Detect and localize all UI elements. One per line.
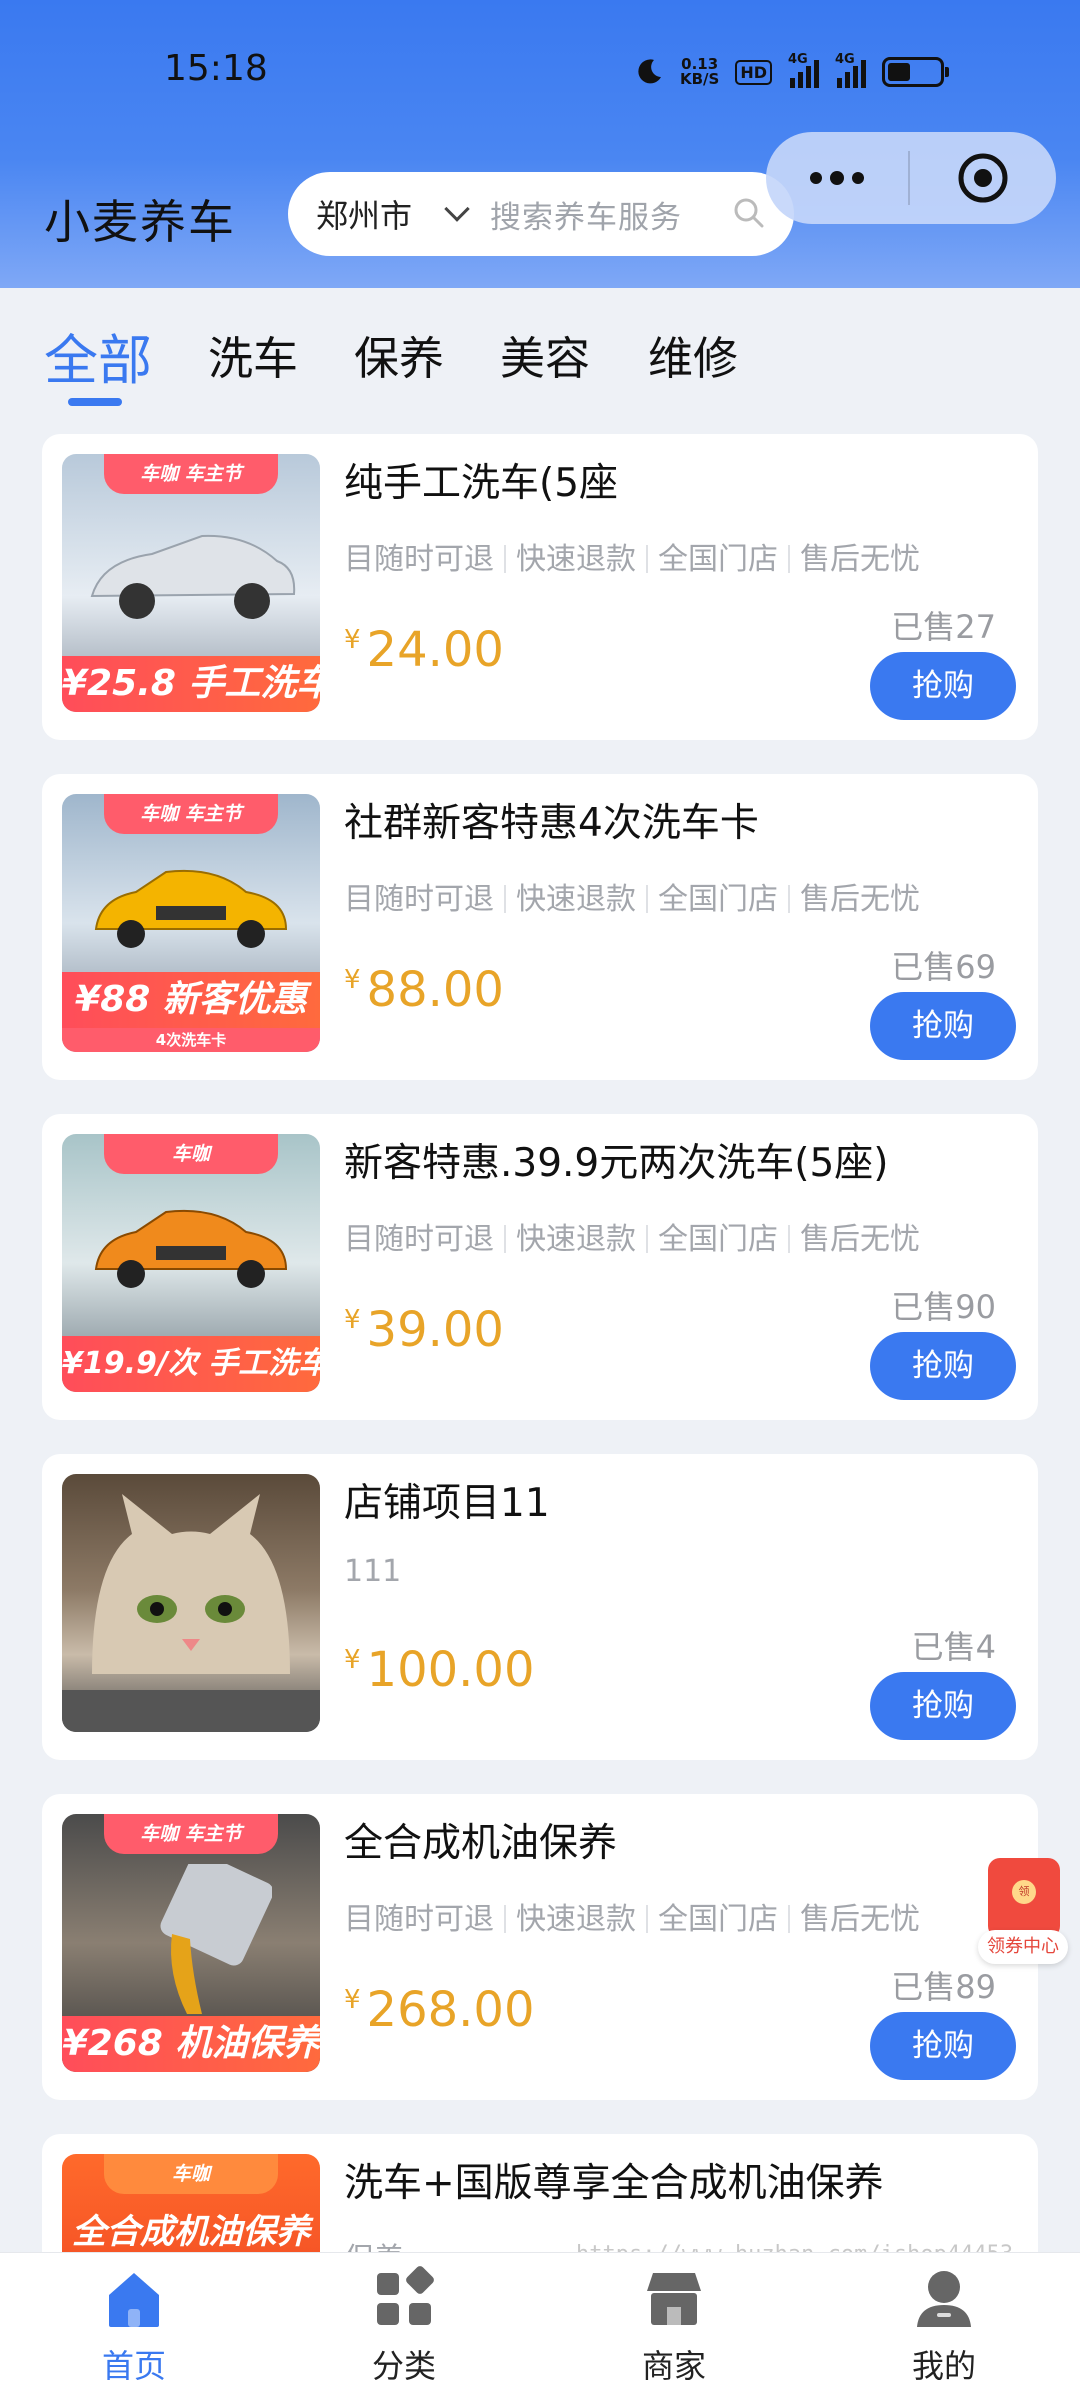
sold-count: 已售4 — [911, 1628, 996, 1666]
nav-store[interactable]: 商家 — [584, 2263, 764, 2387]
image-brand-tag: 车咖 — [104, 2154, 278, 2194]
product-tags: 保养 — [344, 2234, 404, 2254]
product-title: 纯手工洗车(5座 — [344, 461, 619, 506]
nav-profile[interactable]: 我的 — [854, 2263, 1034, 2387]
product-title: 社群新客特惠4次洗车卡 — [344, 801, 759, 846]
search-bar[interactable]: 郑州市 搜索养车服务 — [288, 172, 794, 256]
product-image: 车咖 车主节 ¥268 机油保养 — [62, 1814, 320, 2072]
moon-icon — [638, 59, 661, 84]
status-bar: 15:18 0.13 KB/S HD 4G 4G — [0, 0, 1080, 140]
coupon-seal: 领 — [1012, 1880, 1036, 1904]
buy-button[interactable]: 抢购 — [870, 1332, 1016, 1400]
category-tabs: 全部 洗车 保养 美容 维修 — [0, 300, 1080, 412]
tab-repair[interactable]: 维修 — [648, 322, 738, 387]
close-target-icon[interactable] — [910, 150, 1056, 206]
header-bar: 15:18 0.13 KB/S HD 4G 4G 小麦养车 郑州市 搜索养车服务 — [0, 0, 1080, 288]
city-selector[interactable]: 郑州市 — [316, 191, 412, 237]
product-card[interactable]: 车咖 全合成机油保养 洗车+国版尊享全合成机油保养 保养 — [42, 2134, 1038, 2254]
product-card[interactable]: 车咖 ¥19.9/次 手工洗车 新客特惠.39.9元两次洗车(5座) 目随时可退… — [42, 1114, 1038, 1420]
search-input[interactable]: 搜索养车服务 — [490, 192, 682, 237]
image-banner: ¥268 机油保养 — [62, 2016, 320, 2072]
product-price: ¥39.00 — [344, 1302, 504, 1358]
profile-icon — [917, 2271, 971, 2327]
product-tags: 目随时可退 快速退款 全国门店 售后无忧 — [344, 542, 920, 577]
product-card[interactable]: 车咖 车主节 ¥268 机油保养 全合成机油保养 目随时可退 快速退款 全国门店 售后… — [42, 1794, 1038, 2100]
home-icon — [109, 2273, 159, 2327]
image-banner: ¥88 新客优惠 — [62, 972, 320, 1028]
tab-active-indicator — [68, 398, 122, 406]
nav-label: 商家 — [641, 2347, 706, 2385]
signal-icon: 4G — [788, 52, 820, 88]
product-image: 车咖 ¥19.9/次 手工洗车 — [62, 1134, 320, 1392]
tab-maintenance[interactable]: 保养 — [354, 322, 444, 387]
hd-badge: HD — [735, 59, 773, 85]
nav-label: 分类 — [371, 2347, 436, 2385]
nav-home[interactable]: 首页 — [44, 2263, 224, 2387]
coupon-center-button[interactable]: 领 领券中心 — [978, 1858, 1068, 1964]
image-subbanner: 4次洗车卡 — [62, 1028, 320, 1052]
product-card[interactable]: 车咖 车主节 ¥88 新客优惠 4次洗车卡 社群新客特惠4次洗车卡 目随时可退快… — [42, 774, 1038, 1080]
buy-button[interactable]: 抢购 — [870, 992, 1016, 1060]
product-tags: 目随时可退 快速退款 全国门店 售后无忧 — [344, 1222, 920, 1257]
image-brand-tag: 车咖 车主节 — [104, 794, 278, 834]
product-image: 车咖 全合成机油保养 — [62, 2154, 320, 2254]
image-banner: 全合成机油保养 — [72, 2212, 310, 2252]
tab-all[interactable]: 全部 — [44, 316, 152, 395]
image-brand-tag: 车咖 车主节 — [104, 1814, 278, 1854]
chevron-down-icon[interactable] — [444, 196, 470, 222]
product-tags: 目随时可退 快速退款 全国门店 售后无忧 — [344, 1902, 920, 1937]
product-card[interactable]: 店铺项目11 111 ¥100.00 已售4 抢购 — [42, 1454, 1038, 1760]
image-brand-tag: 车咖 车主节 — [104, 454, 278, 494]
product-tags: 111 — [344, 1554, 402, 1589]
battery-icon — [882, 57, 950, 87]
category-icon — [377, 2266, 434, 2325]
sold-count: 已售69 — [891, 948, 996, 986]
product-image — [62, 1474, 320, 1732]
net-speed: 0.13 KB/S — [680, 55, 720, 88]
tab-beauty[interactable]: 美容 — [500, 322, 590, 387]
sold-count: 已售89 — [891, 1968, 996, 2006]
bottom-nav: 首页 分类 商家 我的 — [0, 2252, 1080, 2400]
app-title: 小麦养车 — [44, 195, 236, 249]
image-banner: ¥25.8 手工洗车 — [62, 656, 320, 712]
product-price: ¥100.00 — [344, 1642, 535, 1698]
search-icon[interactable] — [732, 196, 766, 230]
tab-carwash[interactable]: 洗车 — [208, 322, 298, 387]
nav-category[interactable]: 分类 — [314, 2263, 494, 2387]
product-title: 全合成机油保养 — [344, 1821, 618, 1866]
product-image: 车咖 车主节 ¥88 新客优惠 4次洗车卡 — [62, 794, 320, 1052]
product-card[interactable]: 车咖 车主节 ¥25.8 手工洗车 纯手工洗车(5座 目随时可退 快速退款 全国门店… — [42, 434, 1038, 740]
product-tags: 目随时可退 快速退款 全国门店 售后无忧 — [344, 882, 920, 917]
miniprogram-capsule — [766, 132, 1056, 224]
product-price: ¥88.00 — [344, 962, 504, 1018]
sold-count: 已售27 — [891, 608, 996, 646]
product-title: 店铺项目11 — [344, 1481, 550, 1526]
status-time: 15:18 — [164, 48, 268, 89]
nav-label: 首页 — [101, 2347, 166, 2385]
coupon-label: 领券中心 — [978, 1930, 1068, 1964]
image-brand-tag: 车咖 — [104, 1134, 278, 1174]
product-image: 车咖 车主节 ¥25.8 手工洗车 — [62, 454, 320, 712]
status-icons: 0.13 KB/S HD 4G 4G — [634, 50, 950, 94]
store-icon — [647, 2273, 701, 2325]
nav-label: 我的 — [911, 2347, 976, 2385]
signal-icon-2: 4G — [835, 52, 867, 88]
product-price: ¥24.00 — [344, 622, 504, 678]
product-title: 新客特惠.39.9元两次洗车(5座) — [344, 1141, 889, 1186]
more-icon[interactable] — [766, 171, 908, 185]
buy-button[interactable]: 抢购 — [870, 652, 1016, 720]
product-title: 洗车+国版尊享全合成机油保养 — [344, 2161, 884, 2206]
buy-button[interactable]: 抢购 — [870, 1672, 1016, 1740]
buy-button[interactable]: 抢购 — [870, 2012, 1016, 2080]
image-banner: ¥19.9/次 手工洗车 — [62, 1336, 320, 1392]
product-price: ¥268.00 — [344, 1982, 535, 2038]
sold-count: 已售90 — [891, 1288, 996, 1326]
